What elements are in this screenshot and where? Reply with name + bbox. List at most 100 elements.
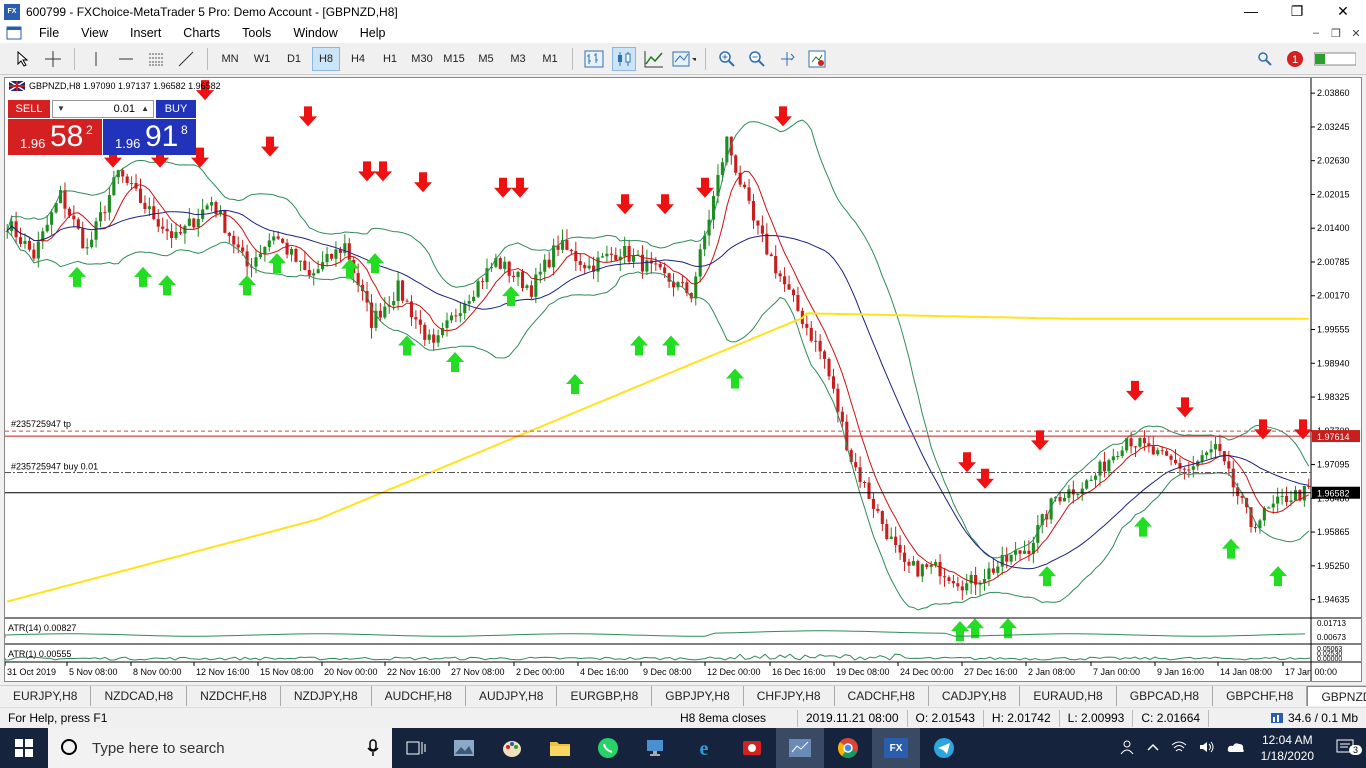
tab-gbpcad[interactable]: GBPCAD,H8 — [1117, 686, 1214, 706]
internet-explorer-icon[interactable]: e — [680, 728, 728, 768]
vertical-line-icon[interactable] — [84, 47, 108, 71]
tf-mn[interactable]: MN — [216, 47, 244, 71]
volume-icon[interactable] — [1193, 740, 1221, 757]
wifi-icon[interactable] — [1165, 740, 1193, 757]
tab-audchf[interactable]: AUDCHF,H8 — [372, 686, 466, 706]
candle-body — [565, 240, 569, 250]
menu-file[interactable]: File — [28, 23, 70, 43]
task-view-icon[interactable] — [392, 728, 440, 768]
indicators-icon[interactable] — [672, 47, 696, 71]
paint-app-icon[interactable] — [488, 728, 536, 768]
close-button[interactable]: ✕ — [1320, 0, 1366, 23]
trendline-icon[interactable] — [174, 47, 198, 71]
notification-badge-icon[interactable]: 1 — [1283, 47, 1307, 71]
sell-button[interactable]: SELL — [8, 100, 50, 118]
search-icon[interactable] — [1253, 47, 1277, 71]
tab-eurjpy[interactable]: EURJPY,H8 — [0, 686, 92, 706]
child-restore-button[interactable]: ❐ — [1326, 27, 1346, 40]
menu-charts[interactable]: Charts — [172, 23, 231, 43]
menu-tools[interactable]: Tools — [231, 23, 282, 43]
tf-h4[interactable]: H4 — [344, 47, 372, 71]
tab-chfjpy[interactable]: CHFJPY,H8 — [744, 686, 835, 706]
fibonacci-icon[interactable] — [144, 47, 168, 71]
buy-button[interactable]: BUY — [156, 100, 196, 118]
chart-window[interactable]: 2.03860 2.03245 2.02630 2.02015 2.01400 2.007… — [4, 77, 1362, 682]
tf-m15[interactable]: M15 — [440, 47, 468, 71]
tf-h8[interactable]: H8 — [312, 47, 340, 71]
network-app-icon[interactable] — [632, 728, 680, 768]
tf-m1[interactable]: M1 — [536, 47, 564, 71]
candle-body — [1102, 461, 1106, 472]
whatsapp-icon[interactable] — [584, 728, 632, 768]
onedrive-icon[interactable] — [1221, 741, 1251, 756]
buy-price-box[interactable]: 1.96 91 8 — [103, 119, 196, 155]
candle-body — [778, 273, 782, 277]
chrome-icon[interactable] — [824, 728, 872, 768]
candle-body — [876, 508, 880, 512]
tab-gbpnzd[interactable]: GBPNZD,H8 — [1307, 686, 1366, 706]
metatrader-taskbar-icon[interactable] — [776, 728, 824, 768]
microphone-icon[interactable] — [366, 739, 380, 757]
taskbar-search[interactable]: Type here to search — [48, 728, 392, 768]
menu-window[interactable]: Window — [282, 23, 348, 43]
buy-signal-arrow-icon — [726, 368, 744, 389]
chart-shift-icon[interactable] — [775, 47, 799, 71]
tab-nzdjpy[interactable]: NZDJPY,H8 — [281, 686, 372, 706]
buy-signal-arrow-icon — [134, 266, 152, 287]
cursor-icon[interactable] — [11, 47, 35, 71]
photos-app-icon[interactable] — [440, 728, 488, 768]
bar-chart-icon[interactable] — [582, 47, 606, 71]
tab-audjpy[interactable]: AUDJPY,H8 — [466, 686, 558, 706]
zoom-in-icon[interactable] — [715, 47, 739, 71]
tab-nzdcad[interactable]: NZDCAD,H8 — [91, 686, 188, 706]
candle-body — [329, 253, 334, 259]
tab-eurgbp[interactable]: EURGBP,H8 — [557, 686, 653, 706]
status-profile[interactable]: H8 8ema closes — [672, 709, 798, 727]
tf-m3[interactable]: M3 — [504, 47, 532, 71]
tf-m30[interactable]: M30 — [408, 47, 436, 71]
lot-decrease-icon[interactable]: ▼ — [57, 101, 65, 117]
menu-help[interactable]: Help — [349, 23, 397, 43]
lot-increase-icon[interactable]: ▲ — [141, 101, 149, 117]
tray-chevron-up-icon[interactable] — [1141, 741, 1165, 755]
file-explorer-icon[interactable] — [536, 728, 584, 768]
start-button[interactable] — [0, 728, 48, 768]
tf-h1[interactable]: H1 — [376, 47, 404, 71]
minimize-button[interactable]: — — [1228, 0, 1274, 23]
zoom-out-icon[interactable] — [745, 47, 769, 71]
tf-w1[interactable]: W1 — [248, 47, 276, 71]
tf-m5[interactable]: M5 — [472, 47, 500, 71]
menu-view[interactable]: View — [70, 23, 119, 43]
sell-price-box[interactable]: 1.96 58 2 — [8, 119, 102, 155]
maximize-button[interactable]: ❐ — [1274, 0, 1320, 23]
line-chart-icon[interactable] — [642, 47, 666, 71]
tab-gbpchf[interactable]: GBPCHF,H8 — [1213, 686, 1308, 706]
auto-scroll-icon[interactable] — [805, 47, 829, 71]
lot-size-input[interactable]: ▼ 0.01 ▲ — [52, 100, 154, 118]
candle-body — [516, 271, 520, 277]
tab-cadchf[interactable]: CADCHF,H8 — [835, 686, 929, 706]
tf-d1[interactable]: D1 — [280, 47, 308, 71]
chart-window-icon[interactable] — [4, 21, 24, 45]
crosshair-icon[interactable] — [41, 47, 65, 71]
child-minimize-button[interactable]: – — [1306, 27, 1326, 40]
candle-body — [1022, 550, 1027, 554]
tab-cadjpy[interactable]: CADJPY,H8 — [929, 686, 1021, 706]
notification-center-icon[interactable]: 3 — [1324, 739, 1366, 758]
people-icon[interactable] — [1113, 739, 1141, 758]
fxchoice-icon[interactable]: FX — [872, 728, 920, 768]
candlestick-icon[interactable] — [612, 47, 636, 71]
connection-status-icon[interactable] — [1313, 47, 1357, 71]
atr14-label: ATR(14) 0.00827 — [8, 623, 76, 633]
tab-euraud[interactable]: EURAUD,H8 — [1020, 686, 1117, 706]
screen-recorder-icon[interactable] — [728, 728, 776, 768]
menu-insert[interactable]: Insert — [119, 23, 172, 43]
tab-nzdchf[interactable]: NZDCHF,H8 — [187, 686, 281, 706]
horizontal-line-icon[interactable] — [114, 47, 138, 71]
tab-gbpjpy[interactable]: GBPJPY,H8 — [652, 686, 744, 706]
tp-order-label: #235725947 tp — [11, 419, 71, 429]
telegram-icon[interactable] — [920, 728, 968, 768]
price-chart-canvas[interactable]: 2.03860 2.03245 2.02630 2.02015 2.01400 2.007… — [5, 78, 1361, 681]
child-close-button[interactable]: ✕ — [1346, 27, 1366, 40]
taskbar-clock[interactable]: 12:04 AM 1/18/2020 — [1251, 732, 1324, 764]
